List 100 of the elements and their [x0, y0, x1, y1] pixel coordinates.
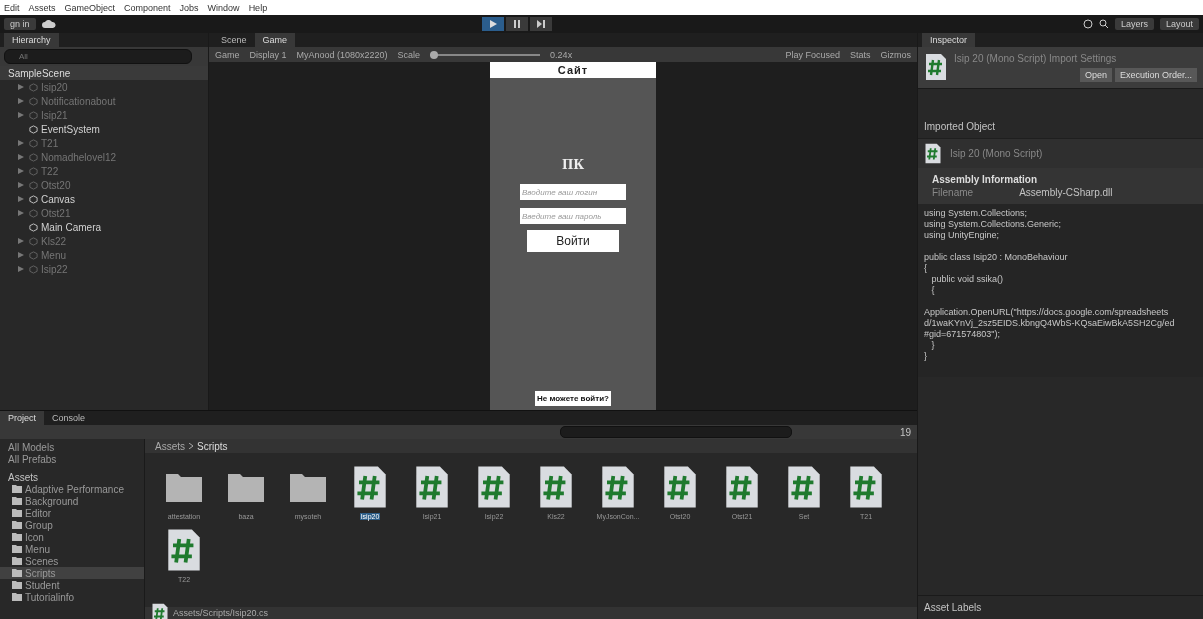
- pause-icon: [512, 20, 521, 28]
- filename-value: Assembly-CSharp.dll: [1019, 187, 1113, 198]
- menubar-entry[interactable]: Jobs: [179, 2, 199, 13]
- folder-item[interactable]: Icon: [25, 531, 44, 543]
- play-button[interactable]: [481, 17, 504, 31]
- script-icon: [723, 465, 761, 509]
- hierarchy-item[interactable]: Canvas: [41, 193, 75, 205]
- gizmos-dropdown[interactable]: Gizmos: [880, 49, 911, 60]
- screen-title: ПК: [561, 158, 585, 172]
- script-icon: [413, 465, 451, 509]
- script-icon: [151, 602, 169, 619]
- login-button[interactable]: Войти: [527, 230, 619, 252]
- code-line: public class Isip20 : MonoBehaviour: [924, 252, 1069, 263]
- script-icon: [924, 53, 948, 81]
- step-icon: [536, 20, 545, 28]
- folder-item[interactable]: Tutorialinfo: [25, 591, 75, 603]
- password-field[interactable]: Введите ваш пароль: [520, 208, 626, 224]
- login-field[interactable]: Вводите ваш логин: [520, 184, 626, 200]
- code-line: Application.OpenURL("https://docs.google.com/spreadsheets: [924, 307, 1170, 318]
- asset-labels-header: Asset Labels: [918, 595, 1203, 619]
- filename-label: Filename: [932, 187, 974, 198]
- asset-count: 19: [899, 426, 911, 438]
- inspector-button[interactable]: Open: [1079, 68, 1112, 82]
- menubar-entry[interactable]: Help: [248, 2, 268, 13]
- code-line: d/1waKYnVj_2sz5EIDS.kbngQ4WbS-KQsaEiwBkA5SH2Cg/ed: [924, 318, 1176, 329]
- menubar-entry[interactable]: Assets: [28, 2, 56, 13]
- imported-object-name: Isip 20 (Mono Script): [950, 148, 1043, 159]
- folder-item[interactable]: Group: [25, 519, 53, 531]
- hierarchy-item[interactable]: T22: [41, 165, 59, 177]
- folder-item[interactable]: Menu: [25, 543, 50, 555]
- resolution-dropdown[interactable]: MyAnood (1080x2220): [296, 49, 388, 60]
- assets-root[interactable]: Assets: [8, 471, 38, 483]
- panel-tab[interactable]: Project: [0, 411, 44, 425]
- scale-label: Scale: [397, 49, 421, 60]
- code-line: }: [924, 351, 928, 362]
- inspector-tab[interactable]: Inspector: [922, 33, 976, 47]
- play-icon: [488, 20, 497, 28]
- scene-item[interactable]: SampleScene: [0, 66, 208, 80]
- script-icon: [599, 465, 637, 509]
- code-line: public void ssika(): [930, 274, 1005, 285]
- favorite-item[interactable]: All Prefabs: [8, 453, 57, 465]
- inspector-header: Isip 20 (Mono Script) Import Settings: [954, 53, 1118, 64]
- chevron-right-icon: [189, 443, 193, 449]
- hierarchy-item[interactable]: Kls22: [41, 235, 66, 247]
- hierarchy-item[interactable]: Otst21: [41, 207, 71, 219]
- menubar-entry[interactable]: Edit: [4, 2, 20, 13]
- scale-slider-thumb[interactable]: [430, 50, 439, 59]
- menubar-entry[interactable]: GameObject: [64, 2, 116, 13]
- dropdown-button[interactable]: Layers: [1114, 18, 1154, 30]
- code-line: {: [924, 263, 928, 274]
- step-button[interactable]: [529, 17, 552, 31]
- account-button[interactable]: gn in: [4, 18, 36, 30]
- script-icon: [924, 143, 942, 164]
- hierarchy-item[interactable]: EventSystem: [41, 123, 100, 135]
- hierarchy-item[interactable]: Main Camera: [41, 221, 102, 233]
- hierarchy-item[interactable]: Nomadhelovel12: [41, 151, 117, 163]
- hierarchy-item[interactable]: T21: [41, 137, 59, 149]
- breadcrumb-item[interactable]: Scripts: [197, 440, 228, 452]
- game-dropdown[interactable]: Game: [215, 49, 240, 60]
- search-field[interactable]: [559, 426, 792, 438]
- code-line: using UnityEngine;: [924, 230, 1001, 241]
- hierarchy-item[interactable]: Isip20: [41, 81, 68, 93]
- site-header: Сайт: [490, 62, 656, 78]
- panel-tab[interactable]: Game: [254, 33, 296, 47]
- script-icon: [537, 465, 575, 509]
- folder-item[interactable]: Adaptive Performance: [25, 483, 124, 495]
- script-icon: [475, 465, 513, 509]
- hierarchy-item[interactable]: Isip22: [41, 263, 68, 275]
- play-focused-dropdown[interactable]: Play Focused: [785, 49, 840, 60]
- scale-value: 0.24x: [550, 49, 573, 60]
- menubar-entry[interactable]: Component: [124, 2, 171, 13]
- assembly-title: Assembly Information: [932, 174, 1039, 185]
- hierarchy-tab[interactable]: Hierarchy: [4, 33, 59, 47]
- folder-item[interactable]: Editor: [25, 507, 52, 519]
- folder-item[interactable]: Student: [25, 579, 60, 591]
- hierarchy-item[interactable]: Isip21: [41, 109, 68, 121]
- search-field[interactable]: All: [4, 49, 192, 64]
- script-icon: [847, 465, 885, 509]
- breadcrumb-item[interactable]: Assets: [155, 440, 185, 452]
- code-line: }: [930, 340, 936, 351]
- code-line: using System.Collections;: [924, 208, 1029, 219]
- hierarchy-item[interactable]: Otst20: [41, 179, 71, 191]
- dropdown-button[interactable]: Layout: [1159, 18, 1199, 30]
- hierarchy-item[interactable]: Menu: [41, 249, 66, 261]
- display-dropdown[interactable]: Display 1: [249, 49, 287, 60]
- cant-login-link[interactable]: Не можете войти?: [535, 391, 611, 406]
- selected-path: Assets/Scripts/Isip20.cs: [173, 608, 269, 618]
- menubar-entry[interactable]: Window: [207, 2, 240, 13]
- script-icon: [661, 465, 699, 509]
- folder-item[interactable]: Background: [25, 495, 79, 507]
- cloud-icon[interactable]: [41, 19, 56, 29]
- search-icon[interactable]: [1098, 19, 1109, 29]
- inspector-button[interactable]: Execution Order...: [1114, 68, 1197, 82]
- favorite-item[interactable]: All Models: [8, 441, 55, 453]
- hierarchy-item[interactable]: Notificationabout: [41, 95, 116, 107]
- pause-button[interactable]: [505, 17, 528, 31]
- stats-button[interactable]: Stats: [849, 49, 871, 60]
- code-line: using System.Collections.Generic;: [924, 219, 1063, 230]
- folder-item[interactable]: Scenes: [25, 555, 59, 567]
- code-line: #gid=671574803");: [924, 329, 1001, 340]
